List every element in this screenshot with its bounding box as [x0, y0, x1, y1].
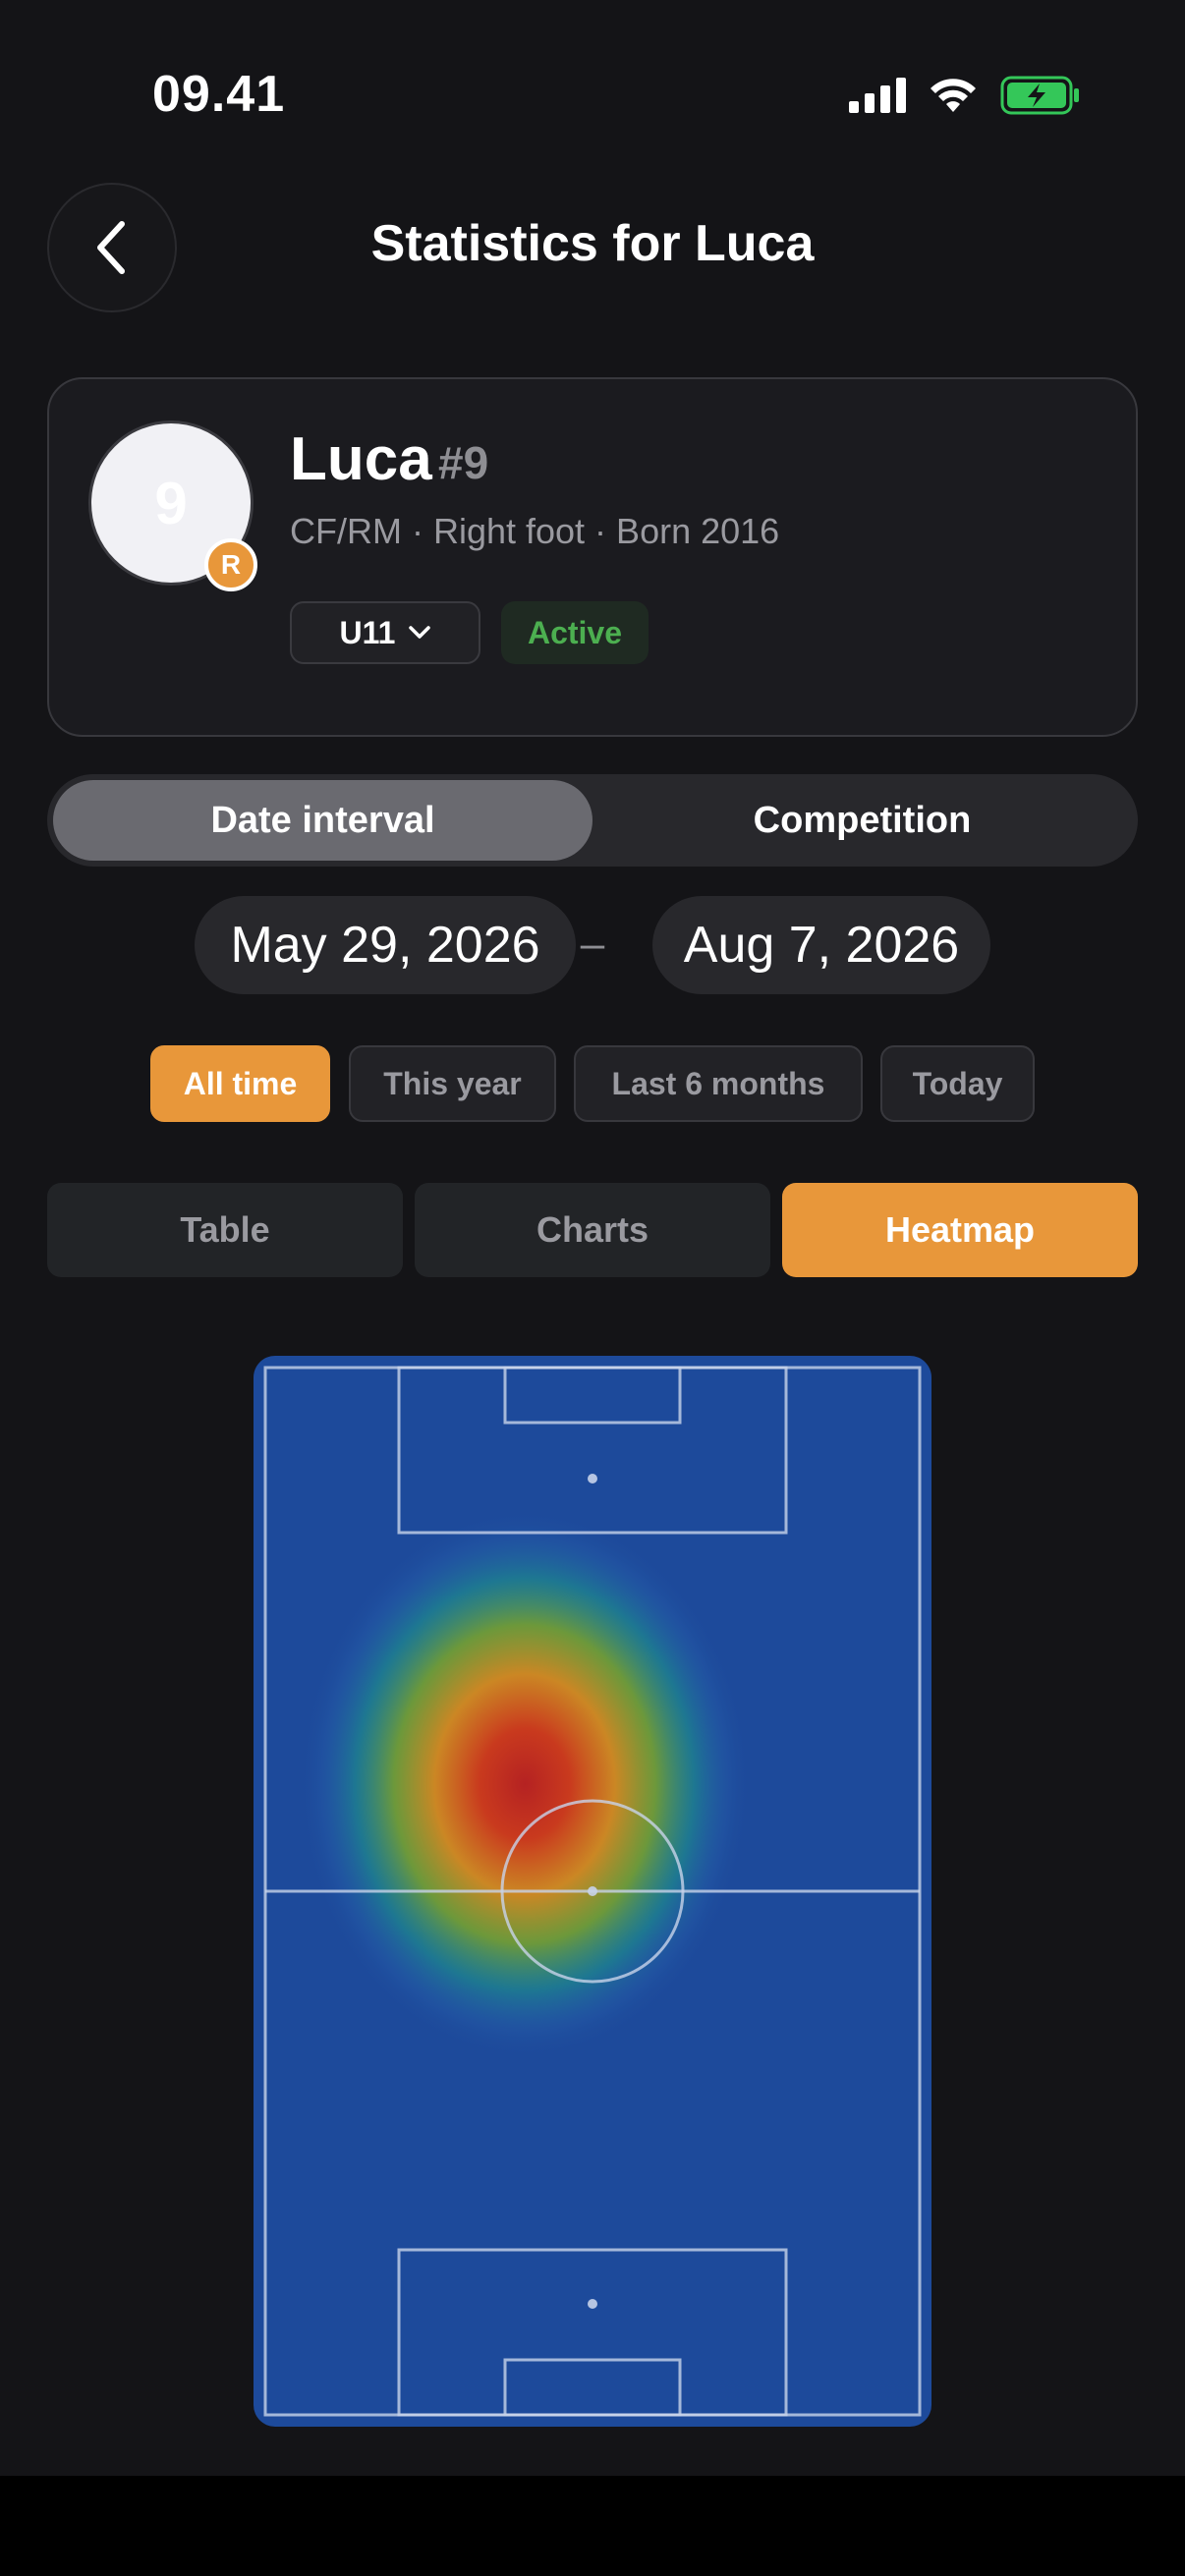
avatar-number: 9: [154, 470, 188, 536]
segment-competition[interactable]: Competition: [592, 780, 1132, 861]
role-badge: R: [204, 538, 257, 591]
tab-table[interactable]: Table: [47, 1183, 403, 1277]
heat-hotspot: [299, 1509, 751, 2059]
status-time: 09.41: [152, 66, 286, 123]
signal-icon: [849, 78, 906, 113]
chip-last-6-months[interactable]: Last 6 months: [574, 1045, 863, 1122]
status-badge: Active: [501, 601, 649, 664]
chip-all-time[interactable]: All time: [150, 1045, 330, 1122]
segment-date-interval[interactable]: Date interval: [53, 780, 592, 861]
page-title: Statistics for Luca: [370, 215, 815, 272]
wifi-icon: [931, 79, 976, 112]
view-tabs: Table Charts Heatmap: [47, 1183, 1138, 1277]
battery-icon: [1000, 76, 1079, 115]
player-meta: CF/RM · Right foot · Born 2016: [290, 511, 780, 551]
status-icons: [849, 73, 1081, 118]
heatmap-svg: [254, 1356, 931, 2427]
player-card: 9 R Luca #9 CF/RM · Right foot · Born 20…: [47, 377, 1138, 737]
heatmap-pitch: [254, 1356, 931, 2427]
filter-mode-segmented: Date interval Competition: [47, 774, 1138, 867]
status-bar: 09.41: [0, 0, 1185, 187]
end-date-button[interactable]: Aug 7, 2026: [652, 896, 990, 994]
chevron-down-icon: [409, 626, 431, 639]
tab-charts[interactable]: Charts: [415, 1183, 770, 1277]
tab-heatmap[interactable]: Heatmap: [782, 1183, 1138, 1277]
team-select[interactable]: U11: [290, 601, 480, 664]
date-range: May 29, 2026 – Aug 7, 2026: [0, 896, 1185, 994]
start-date-button[interactable]: May 29, 2026: [195, 896, 576, 994]
date-separator: –: [580, 920, 605, 968]
quick-filters: All time This year Last 6 months Today: [0, 1045, 1185, 1122]
team-select-label: U11: [339, 614, 396, 650]
home-indicator-area: [0, 2476, 1185, 2576]
player-number: #9: [438, 437, 489, 488]
player-name: Luca: [290, 425, 432, 493]
chip-this-year[interactable]: This year: [349, 1045, 556, 1122]
chip-today[interactable]: Today: [880, 1045, 1035, 1122]
